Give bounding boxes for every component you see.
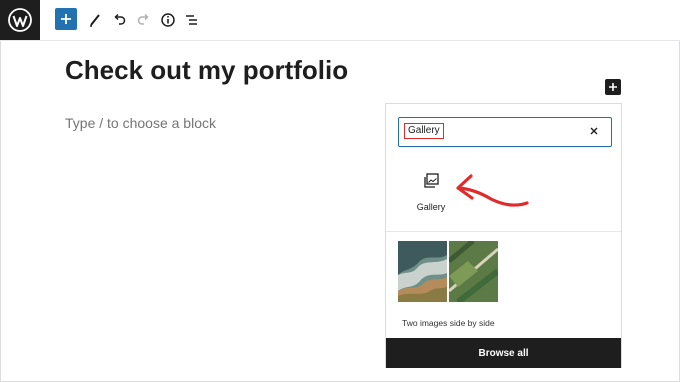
post-title[interactable]: Check out my portfolio bbox=[65, 55, 348, 86]
block-placeholder[interactable]: Type / to choose a block bbox=[65, 115, 216, 131]
plus-icon bbox=[609, 83, 617, 91]
block-inserter-panel: Gallery Gallery Two images side by side … bbox=[385, 103, 622, 368]
pattern-thumbnail-image bbox=[398, 239, 500, 305]
pattern-label: Two images side by side bbox=[402, 318, 495, 328]
gallery-block-result[interactable]: Gallery bbox=[401, 170, 461, 220]
redo-icon bbox=[137, 13, 149, 25]
close-icon[interactable] bbox=[587, 124, 601, 138]
list-view-icon bbox=[186, 15, 197, 25]
info-icon bbox=[161, 13, 175, 27]
search-query[interactable]: Gallery bbox=[404, 123, 444, 139]
pattern-preview[interactable] bbox=[398, 239, 500, 305]
wordpress-logo-icon[interactable] bbox=[0, 0, 40, 40]
redo-button[interactable] bbox=[132, 8, 156, 32]
list-view-button[interactable] bbox=[180, 8, 204, 32]
tools-button[interactable] bbox=[83, 8, 107, 32]
annotation-arrow-icon bbox=[456, 174, 529, 207]
pen-tool-icon bbox=[90, 14, 100, 27]
block-inserter-toggle[interactable] bbox=[605, 79, 621, 95]
gallery-block-label: Gallery bbox=[416, 202, 446, 212]
top-toolbar bbox=[0, 0, 680, 41]
details-button[interactable] bbox=[156, 8, 180, 32]
plus-icon bbox=[61, 14, 71, 24]
browse-all-button[interactable]: Browse all bbox=[386, 338, 621, 368]
undo-button[interactable] bbox=[107, 8, 131, 32]
divider bbox=[386, 231, 621, 232]
add-block-button[interactable] bbox=[55, 8, 77, 30]
gallery-icon bbox=[424, 173, 439, 188]
block-search-input[interactable]: Gallery bbox=[398, 117, 612, 147]
undo-icon bbox=[114, 13, 126, 25]
